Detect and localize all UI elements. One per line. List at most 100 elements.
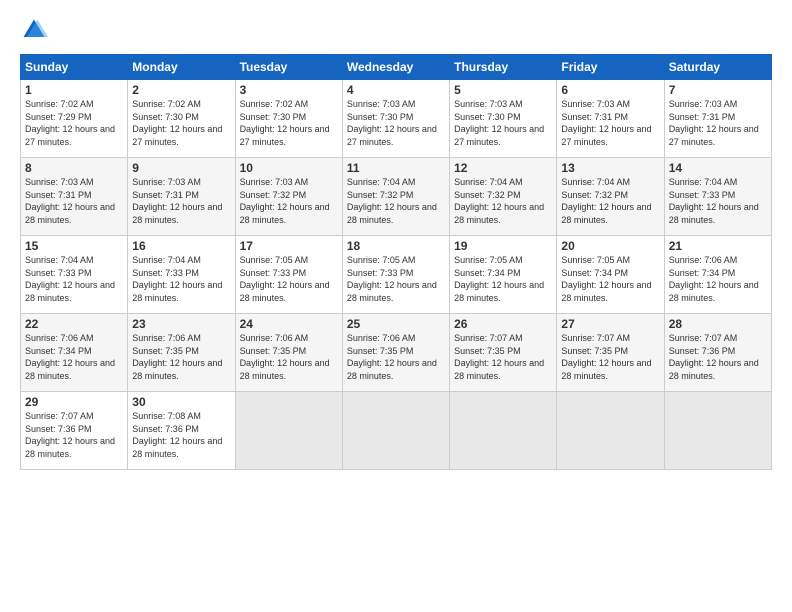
day-cell: 26Sunrise: 7:07 AMSunset: 7:35 PMDayligh… [450, 314, 557, 392]
logo-icon [20, 16, 48, 44]
day-number: 27 [561, 317, 659, 331]
day-info: Sunrise: 7:03 AMSunset: 7:31 PMDaylight:… [132, 176, 230, 226]
day-number: 22 [25, 317, 123, 331]
day-cell: 13Sunrise: 7:04 AMSunset: 7:32 PMDayligh… [557, 158, 664, 236]
day-number: 11 [347, 161, 445, 175]
day-info: Sunrise: 7:05 AMSunset: 7:34 PMDaylight:… [454, 254, 552, 304]
header-cell-wednesday: Wednesday [342, 55, 449, 80]
day-number: 6 [561, 83, 659, 97]
day-number: 3 [240, 83, 338, 97]
day-cell: 20Sunrise: 7:05 AMSunset: 7:34 PMDayligh… [557, 236, 664, 314]
header-cell-sunday: Sunday [21, 55, 128, 80]
day-info: Sunrise: 7:07 AMSunset: 7:36 PMDaylight:… [25, 410, 123, 460]
calendar-table: SundayMondayTuesdayWednesdayThursdayFrid… [20, 54, 772, 470]
day-cell: 11Sunrise: 7:04 AMSunset: 7:32 PMDayligh… [342, 158, 449, 236]
day-cell: 21Sunrise: 7:06 AMSunset: 7:34 PMDayligh… [664, 236, 771, 314]
day-info: Sunrise: 7:06 AMSunset: 7:35 PMDaylight:… [347, 332, 445, 382]
day-info: Sunrise: 7:04 AMSunset: 7:32 PMDaylight:… [561, 176, 659, 226]
day-cell: 28Sunrise: 7:07 AMSunset: 7:36 PMDayligh… [664, 314, 771, 392]
day-number: 15 [25, 239, 123, 253]
day-cell: 1Sunrise: 7:02 AMSunset: 7:29 PMDaylight… [21, 80, 128, 158]
day-info: Sunrise: 7:03 AMSunset: 7:30 PMDaylight:… [454, 98, 552, 148]
day-number: 26 [454, 317, 552, 331]
day-cell [557, 392, 664, 470]
header [20, 16, 772, 44]
day-info: Sunrise: 7:07 AMSunset: 7:35 PMDaylight:… [454, 332, 552, 382]
day-cell: 24Sunrise: 7:06 AMSunset: 7:35 PMDayligh… [235, 314, 342, 392]
header-cell-friday: Friday [557, 55, 664, 80]
day-cell: 19Sunrise: 7:05 AMSunset: 7:34 PMDayligh… [450, 236, 557, 314]
header-cell-monday: Monday [128, 55, 235, 80]
day-info: Sunrise: 7:03 AMSunset: 7:31 PMDaylight:… [669, 98, 767, 148]
day-number: 25 [347, 317, 445, 331]
day-number: 12 [454, 161, 552, 175]
day-cell: 25Sunrise: 7:06 AMSunset: 7:35 PMDayligh… [342, 314, 449, 392]
week-row-4: 29Sunrise: 7:07 AMSunset: 7:36 PMDayligh… [21, 392, 772, 470]
day-number: 23 [132, 317, 230, 331]
day-number: 28 [669, 317, 767, 331]
day-cell: 7Sunrise: 7:03 AMSunset: 7:31 PMDaylight… [664, 80, 771, 158]
day-cell: 15Sunrise: 7:04 AMSunset: 7:33 PMDayligh… [21, 236, 128, 314]
day-info: Sunrise: 7:03 AMSunset: 7:32 PMDaylight:… [240, 176, 338, 226]
day-cell: 10Sunrise: 7:03 AMSunset: 7:32 PMDayligh… [235, 158, 342, 236]
day-info: Sunrise: 7:08 AMSunset: 7:36 PMDaylight:… [132, 410, 230, 460]
day-cell: 29Sunrise: 7:07 AMSunset: 7:36 PMDayligh… [21, 392, 128, 470]
day-info: Sunrise: 7:04 AMSunset: 7:32 PMDaylight:… [454, 176, 552, 226]
day-cell: 9Sunrise: 7:03 AMSunset: 7:31 PMDaylight… [128, 158, 235, 236]
day-number: 1 [25, 83, 123, 97]
day-info: Sunrise: 7:04 AMSunset: 7:33 PMDaylight:… [25, 254, 123, 304]
logo [20, 16, 52, 44]
day-number: 13 [561, 161, 659, 175]
day-cell: 4Sunrise: 7:03 AMSunset: 7:30 PMDaylight… [342, 80, 449, 158]
day-cell: 14Sunrise: 7:04 AMSunset: 7:33 PMDayligh… [664, 158, 771, 236]
week-row-0: 1Sunrise: 7:02 AMSunset: 7:29 PMDaylight… [21, 80, 772, 158]
day-number: 8 [25, 161, 123, 175]
day-cell: 6Sunrise: 7:03 AMSunset: 7:31 PMDaylight… [557, 80, 664, 158]
day-cell: 16Sunrise: 7:04 AMSunset: 7:33 PMDayligh… [128, 236, 235, 314]
calendar-body: 1Sunrise: 7:02 AMSunset: 7:29 PMDaylight… [21, 80, 772, 470]
day-info: Sunrise: 7:03 AMSunset: 7:31 PMDaylight:… [561, 98, 659, 148]
day-cell [664, 392, 771, 470]
day-cell: 27Sunrise: 7:07 AMSunset: 7:35 PMDayligh… [557, 314, 664, 392]
day-info: Sunrise: 7:07 AMSunset: 7:35 PMDaylight:… [561, 332, 659, 382]
day-number: 20 [561, 239, 659, 253]
day-info: Sunrise: 7:06 AMSunset: 7:34 PMDaylight:… [25, 332, 123, 382]
day-number: 30 [132, 395, 230, 409]
calendar-header: SundayMondayTuesdayWednesdayThursdayFrid… [21, 55, 772, 80]
week-row-2: 15Sunrise: 7:04 AMSunset: 7:33 PMDayligh… [21, 236, 772, 314]
day-info: Sunrise: 7:07 AMSunset: 7:36 PMDaylight:… [669, 332, 767, 382]
day-info: Sunrise: 7:02 AMSunset: 7:29 PMDaylight:… [25, 98, 123, 148]
day-number: 24 [240, 317, 338, 331]
day-number: 21 [669, 239, 767, 253]
day-number: 10 [240, 161, 338, 175]
day-number: 18 [347, 239, 445, 253]
day-info: Sunrise: 7:03 AMSunset: 7:31 PMDaylight:… [25, 176, 123, 226]
day-cell: 5Sunrise: 7:03 AMSunset: 7:30 PMDaylight… [450, 80, 557, 158]
day-info: Sunrise: 7:04 AMSunset: 7:32 PMDaylight:… [347, 176, 445, 226]
header-row: SundayMondayTuesdayWednesdayThursdayFrid… [21, 55, 772, 80]
day-cell: 22Sunrise: 7:06 AMSunset: 7:34 PMDayligh… [21, 314, 128, 392]
day-number: 29 [25, 395, 123, 409]
day-number: 14 [669, 161, 767, 175]
day-info: Sunrise: 7:02 AMSunset: 7:30 PMDaylight:… [132, 98, 230, 148]
day-cell: 2Sunrise: 7:02 AMSunset: 7:30 PMDaylight… [128, 80, 235, 158]
day-number: 17 [240, 239, 338, 253]
day-cell: 8Sunrise: 7:03 AMSunset: 7:31 PMDaylight… [21, 158, 128, 236]
day-number: 4 [347, 83, 445, 97]
day-info: Sunrise: 7:05 AMSunset: 7:33 PMDaylight:… [347, 254, 445, 304]
day-cell: 3Sunrise: 7:02 AMSunset: 7:30 PMDaylight… [235, 80, 342, 158]
day-cell: 23Sunrise: 7:06 AMSunset: 7:35 PMDayligh… [128, 314, 235, 392]
day-info: Sunrise: 7:06 AMSunset: 7:35 PMDaylight:… [240, 332, 338, 382]
day-number: 5 [454, 83, 552, 97]
day-number: 9 [132, 161, 230, 175]
day-cell [450, 392, 557, 470]
day-info: Sunrise: 7:03 AMSunset: 7:30 PMDaylight:… [347, 98, 445, 148]
day-info: Sunrise: 7:02 AMSunset: 7:30 PMDaylight:… [240, 98, 338, 148]
week-row-1: 8Sunrise: 7:03 AMSunset: 7:31 PMDaylight… [21, 158, 772, 236]
page: SundayMondayTuesdayWednesdayThursdayFrid… [0, 0, 792, 612]
day-cell: 12Sunrise: 7:04 AMSunset: 7:32 PMDayligh… [450, 158, 557, 236]
day-cell: 17Sunrise: 7:05 AMSunset: 7:33 PMDayligh… [235, 236, 342, 314]
day-info: Sunrise: 7:06 AMSunset: 7:34 PMDaylight:… [669, 254, 767, 304]
header-cell-tuesday: Tuesday [235, 55, 342, 80]
day-number: 2 [132, 83, 230, 97]
